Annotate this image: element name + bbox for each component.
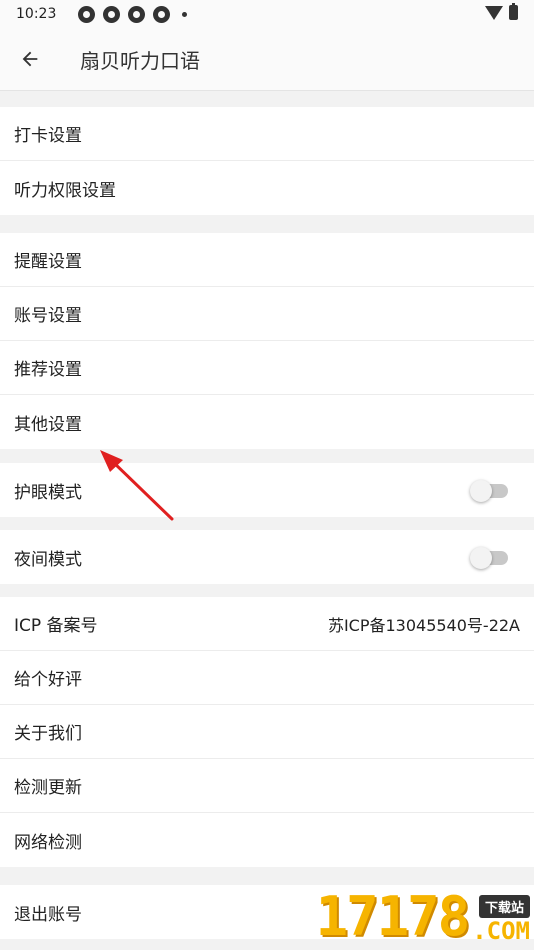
settings-item-reminder[interactable]: 提醒设置	[0, 233, 534, 287]
settings-item-label: 提醒设置	[14, 252, 82, 272]
status-time: 10:23	[16, 6, 57, 22]
night-mode-toggle[interactable]	[470, 547, 508, 569]
settings-item-label: 打卡设置	[14, 126, 82, 146]
settings-item-eye-care[interactable]: 护眼模式	[0, 463, 534, 517]
settings-item-label: 听力权限设置	[14, 180, 116, 201]
status-bar: 10:23	[0, 0, 534, 28]
settings-item-rate-app[interactable]: 给个好评	[0, 651, 534, 705]
settings-group-night-mode: 夜间模式	[0, 530, 534, 584]
toggle-thumb	[470, 480, 492, 502]
settings-item-checkin[interactable]: 打卡设置	[0, 107, 534, 161]
battery-icon	[509, 3, 518, 20]
settings-item-network-check[interactable]: 网络检测	[0, 813, 534, 867]
settings-group-about: ICP 备案号 苏ICP备13045540号-22A 给个好评 关于我们 检测更…	[0, 597, 534, 867]
watermark-logo: 17178 下载站 .COM	[316, 890, 530, 944]
watermark-domain: .COM	[472, 916, 530, 945]
notification-icon	[128, 5, 146, 23]
arrow-left-icon	[22, 51, 38, 67]
settings-item-check-update[interactable]: 检测更新	[0, 759, 534, 813]
watermark-tag: 下载站	[478, 894, 530, 918]
notification-icon	[78, 5, 96, 23]
toggle-thumb	[470, 547, 492, 569]
more-notifications-dot-icon	[182, 11, 188, 17]
back-button[interactable]	[0, 28, 60, 90]
settings-item-listening-permission[interactable]: 听力权限设置	[0, 161, 534, 215]
settings-item-label: 关于我们	[14, 724, 82, 744]
system-icons	[485, 3, 518, 20]
settings-item-night-mode[interactable]: 夜间模式	[0, 530, 534, 584]
notification-icon	[153, 5, 171, 23]
settings-item-label: 账号设置	[14, 306, 82, 326]
settings-group-eye-care: 护眼模式	[0, 463, 534, 517]
settings-item-label: ICP 备案号	[14, 616, 98, 636]
settings-group-general: 提醒设置 账号设置 推荐设置 其他设置	[0, 233, 534, 449]
settings-group-checkin: 打卡设置 听力权限设置	[0, 107, 534, 215]
settings-item-label: 护眼模式	[14, 482, 82, 503]
page-title: 扇贝听力口语	[80, 48, 200, 73]
settings-item-label: 夜间模式	[14, 549, 82, 570]
settings-item-other[interactable]: 其他设置	[0, 395, 534, 449]
settings-item-account[interactable]: 账号设置	[0, 287, 534, 341]
icp-number: 苏ICP备13045540号-22A	[327, 615, 520, 635]
settings-item-label: 其他设置	[14, 414, 82, 435]
settings-item-recommendation[interactable]: 推荐设置	[0, 341, 534, 395]
settings-item-icp[interactable]: ICP 备案号 苏ICP备13045540号-22A	[0, 597, 534, 651]
notification-icon	[103, 5, 121, 23]
settings-item-label: 推荐设置	[14, 360, 82, 380]
watermark-side: 下载站 .COM	[472, 894, 530, 945]
eye-care-toggle[interactable]	[470, 480, 508, 502]
settings-item-label: 检测更新	[14, 778, 82, 798]
settings-item-label: 网络检测	[14, 832, 82, 853]
notification-icons	[78, 5, 188, 23]
settings-item-about-us[interactable]: 关于我们	[0, 705, 534, 759]
app-bar: 扇贝听力口语	[0, 28, 534, 91]
settings-item-label: 给个好评	[14, 670, 82, 690]
watermark-number: 17178	[315, 885, 471, 948]
wifi-icon	[485, 5, 503, 20]
